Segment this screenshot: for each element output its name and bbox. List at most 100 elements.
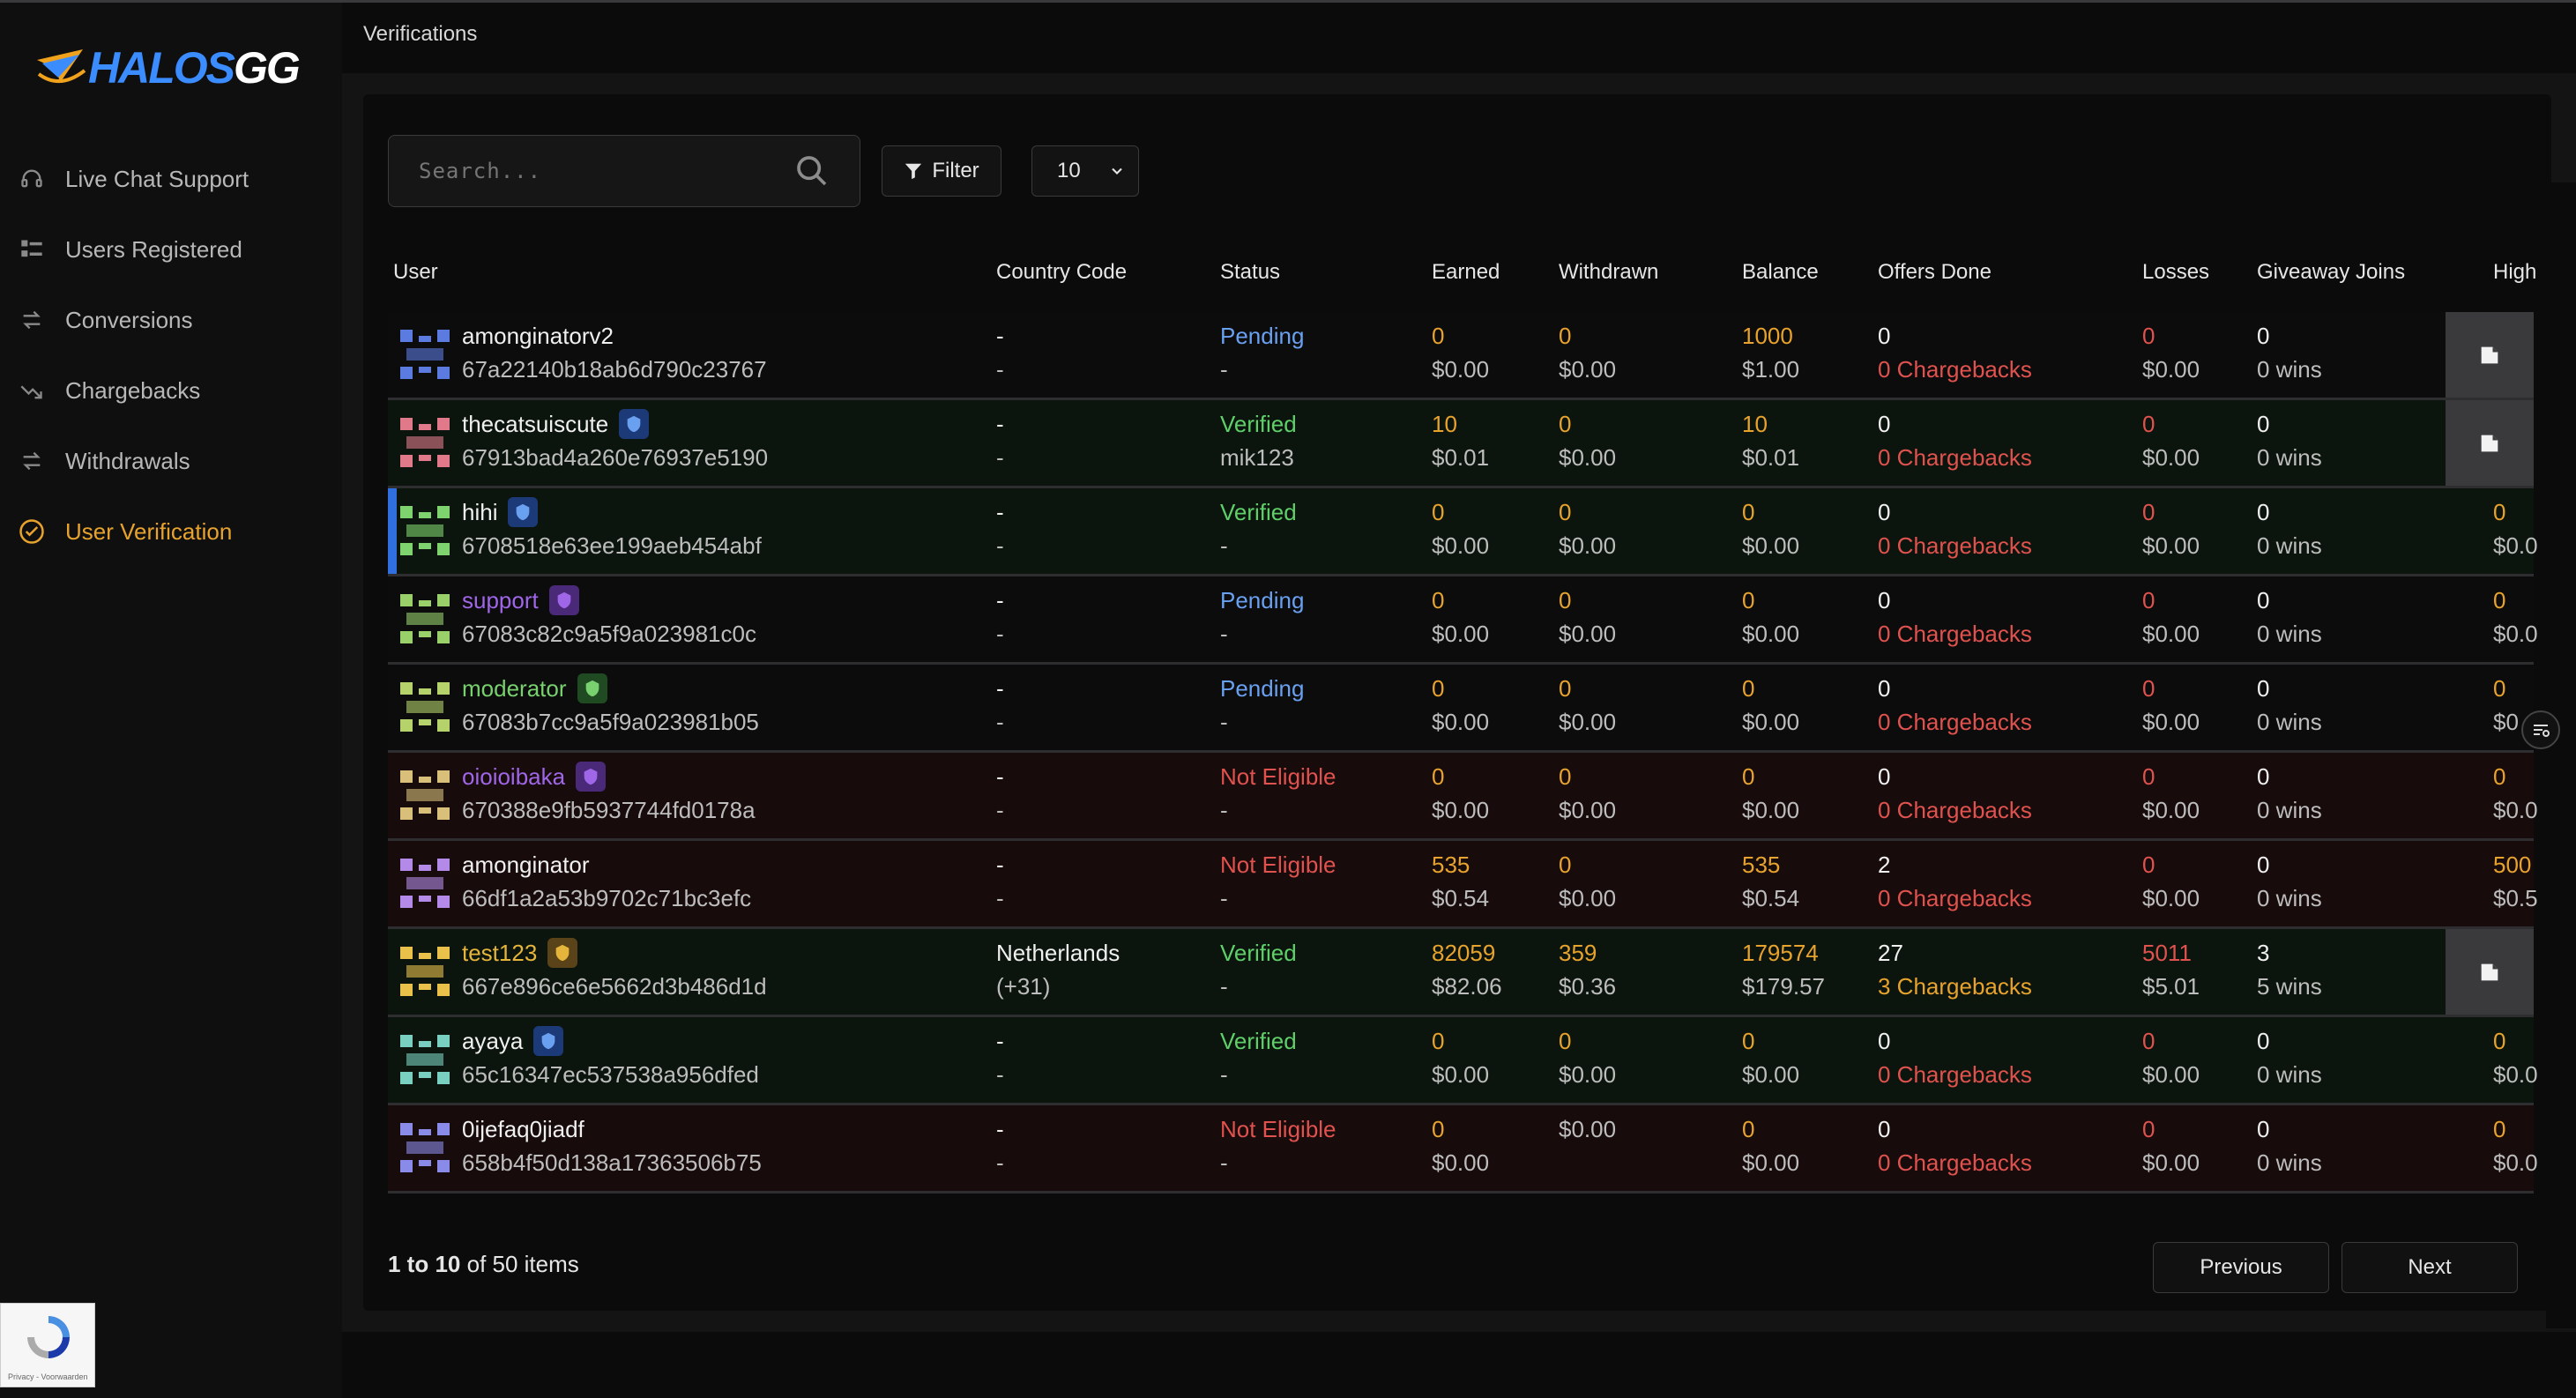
column-header-giveaway-joins[interactable]: Giveaway Joins — [2257, 260, 2405, 285]
arrows-swap-icon — [18, 447, 46, 475]
column-header-status[interactable]: Status — [1220, 260, 1280, 285]
sidebar-item-user-verification[interactable]: User Verification — [0, 496, 342, 567]
filter-button[interactable]: Filter — [882, 145, 1001, 197]
cell-earned: 0 $0.00 — [1432, 1112, 1489, 1179]
pagination-total: of 50 items — [466, 1251, 579, 1277]
role-badge-icon — [577, 673, 607, 703]
page-size-select[interactable]: 10 — [1031, 145, 1139, 197]
previous-button[interactable]: Previous — [2153, 1242, 2329, 1293]
table-overflow-clip — [2546, 182, 2576, 1328]
cell-losses-sub: $0.00 — [2142, 621, 2200, 647]
user-name[interactable]: hihi — [462, 495, 539, 529]
table-row[interactable]: 0ijefaq0jiadf 658b4f50d138a17363506b75- - N… — [388, 1105, 2538, 1194]
verified-shield-icon — [533, 1026, 564, 1056]
user-name[interactable]: ayaya — [462, 1024, 564, 1058]
cell-joins-value: 0 — [2257, 1116, 2270, 1142]
cell-status: Not Eligible - — [1220, 1112, 1336, 1179]
cell-balance-sub: $0.00 — [1742, 797, 1800, 823]
sidebar-item-live-chat-support[interactable]: Live Chat Support — [0, 144, 342, 214]
cell-balance-sub: $0.00 — [1742, 1149, 1800, 1176]
column-header-high[interactable]: High — [2493, 260, 2536, 285]
cell-withdrawn: 0 $0.00 — [1559, 407, 1616, 474]
cell-high: 0 $0.0 — [2493, 760, 2538, 827]
cell-country: -- — [996, 848, 1004, 915]
cell-withdrawn: 0 $0.00 — [1559, 495, 1616, 562]
cell-losses: 0 $0.00 — [2142, 407, 2200, 474]
cell-balance-sub: $0.54 — [1742, 885, 1800, 911]
cell-earned-value: 0 — [1432, 323, 1445, 349]
user-name[interactable]: support — [462, 584, 579, 617]
user-id: 66df1a2a53b9702c71bc3efc — [462, 885, 752, 911]
cell-losses: 0 $0.00 — [2142, 495, 2200, 562]
table-row[interactable]: test123 667e896ce6e5662d3b486d1d Netherlan… — [388, 929, 2534, 1017]
cell-joins-sub: 0 wins — [2257, 444, 2322, 471]
sidebar-item-withdrawals[interactable]: Withdrawals — [0, 426, 342, 496]
recaptcha-text[interactable]: Privacy - Voorwaarden — [8, 1372, 88, 1381]
cell-losses-value: 0 — [2142, 851, 2155, 878]
cell-losses-value: 0 — [2142, 675, 2155, 702]
user-name[interactable]: amonginator — [462, 848, 590, 881]
search-icon[interactable] — [791, 150, 833, 192]
column-header-earned[interactable]: Earned — [1432, 260, 1500, 285]
cell-earned: 0 $0.00 — [1432, 672, 1489, 739]
cell-joins-value: 0 — [2257, 411, 2270, 437]
user-name[interactable]: thecatsuiscute — [462, 407, 650, 441]
column-settings-icon[interactable] — [2521, 710, 2560, 749]
cell-losses-value: 0 — [2142, 1116, 2155, 1142]
column-header-user[interactable]: User — [393, 260, 438, 285]
cell-balance: 0 $0.00 — [1742, 1024, 1799, 1091]
user-name[interactable]: test123 — [462, 936, 578, 970]
user-name[interactable]: 0ijefaq0jiadf — [462, 1112, 584, 1146]
cell-country-value: - — [996, 323, 1004, 349]
cell-balance-value: 0 — [1742, 587, 1755, 613]
cell-withdrawn-sub: $0.00 — [1559, 1061, 1617, 1088]
sidebar-item-users-registered[interactable]: Users Registered — [0, 214, 342, 285]
recaptcha-badge[interactable]: Privacy - Voorwaarden — [0, 1303, 95, 1387]
cell-high-sub: $0.0 — [2493, 1061, 2538, 1088]
avatar — [400, 947, 450, 996]
avatar — [400, 1035, 450, 1084]
table-row[interactable]: thecatsuiscute 67913bad4a260e76937e5190- -… — [388, 400, 2534, 488]
table-row[interactable]: ayaya 65c16347ec537538a956dfed - - Verified -… — [388, 1017, 2538, 1105]
action-button[interactable] — [2446, 312, 2534, 398]
column-header-withdrawn[interactable]: Withdrawn — [1559, 260, 1658, 285]
cell-offers-value: 0 — [1878, 323, 1891, 349]
cell-offers-value: 27 — [1878, 940, 1903, 966]
avatar — [400, 1123, 450, 1172]
cell-earned-value: 0 — [1432, 763, 1445, 790]
cell-balance-sub: $0.01 — [1742, 444, 1800, 471]
cell-offers-value: 0 — [1878, 499, 1891, 525]
cell-withdrawn: 0 $0.00 — [1559, 760, 1616, 827]
table-row[interactable]: amonginator 66df1a2a53b9702c71bc3efc - - Not… — [388, 841, 2538, 929]
user-name[interactable]: oioioibaka — [462, 760, 607, 793]
column-header-losses[interactable]: Losses — [2142, 260, 2209, 285]
user-name[interactable]: moderator — [462, 672, 607, 705]
user-name[interactable]: amonginatorv2 — [462, 319, 614, 353]
cell-losses: 0 $0.00 — [2142, 848, 2200, 915]
cell-high-value: 0 — [2493, 1116, 2506, 1142]
cell-earned-sub: $0.00 — [1432, 356, 1490, 383]
next-button[interactable]: Next — [2341, 1242, 2518, 1293]
column-header-offers-done[interactable]: Offers Done — [1878, 260, 1992, 285]
cell-withdrawn: 0 $0.00 — [1559, 1024, 1616, 1091]
cell-offers-value: 0 — [1878, 411, 1891, 437]
column-header-balance[interactable]: Balance — [1742, 260, 1819, 285]
cell-country-sub: - — [996, 1061, 1004, 1088]
logo[interactable]: HALOSGG — [34, 40, 301, 96]
action-button[interactable] — [2446, 929, 2534, 1015]
cell-withdrawn-sub: $0.00 — [1559, 356, 1617, 383]
sidebar-item-conversions[interactable]: Conversions — [0, 285, 342, 355]
table-row[interactable]: amonginatorv2 67a22140b18ab6d790c23767- - P… — [388, 312, 2534, 400]
search-input[interactable] — [389, 158, 791, 184]
cell-offers-sub: 0 Chargebacks — [1878, 1149, 2032, 1176]
column-header-country-code[interactable]: Country Code — [996, 260, 1127, 285]
action-button[interactable] — [2446, 400, 2534, 486]
cell-country-value: - — [996, 675, 1004, 702]
table-row[interactable]: moderator 67083b7cc9a5f9a023981b05- - Pendi… — [388, 665, 2534, 753]
cell-losses-sub: $5.01 — [2142, 973, 2200, 1000]
table-row[interactable]: support 67083c82c9a5f9a023981c0c - - Pending… — [388, 576, 2538, 665]
table-row[interactable]: hihi 6708518e63ee199aeb454abf - - Verified -0… — [388, 488, 2538, 576]
sidebar-item-chargebacks[interactable]: Chargebacks — [0, 355, 342, 426]
sidebar-item-label: User Verification — [65, 517, 233, 545]
table-row[interactable]: oioioibaka 670388e9fb5937744fd0178a - - Not … — [388, 753, 2538, 841]
